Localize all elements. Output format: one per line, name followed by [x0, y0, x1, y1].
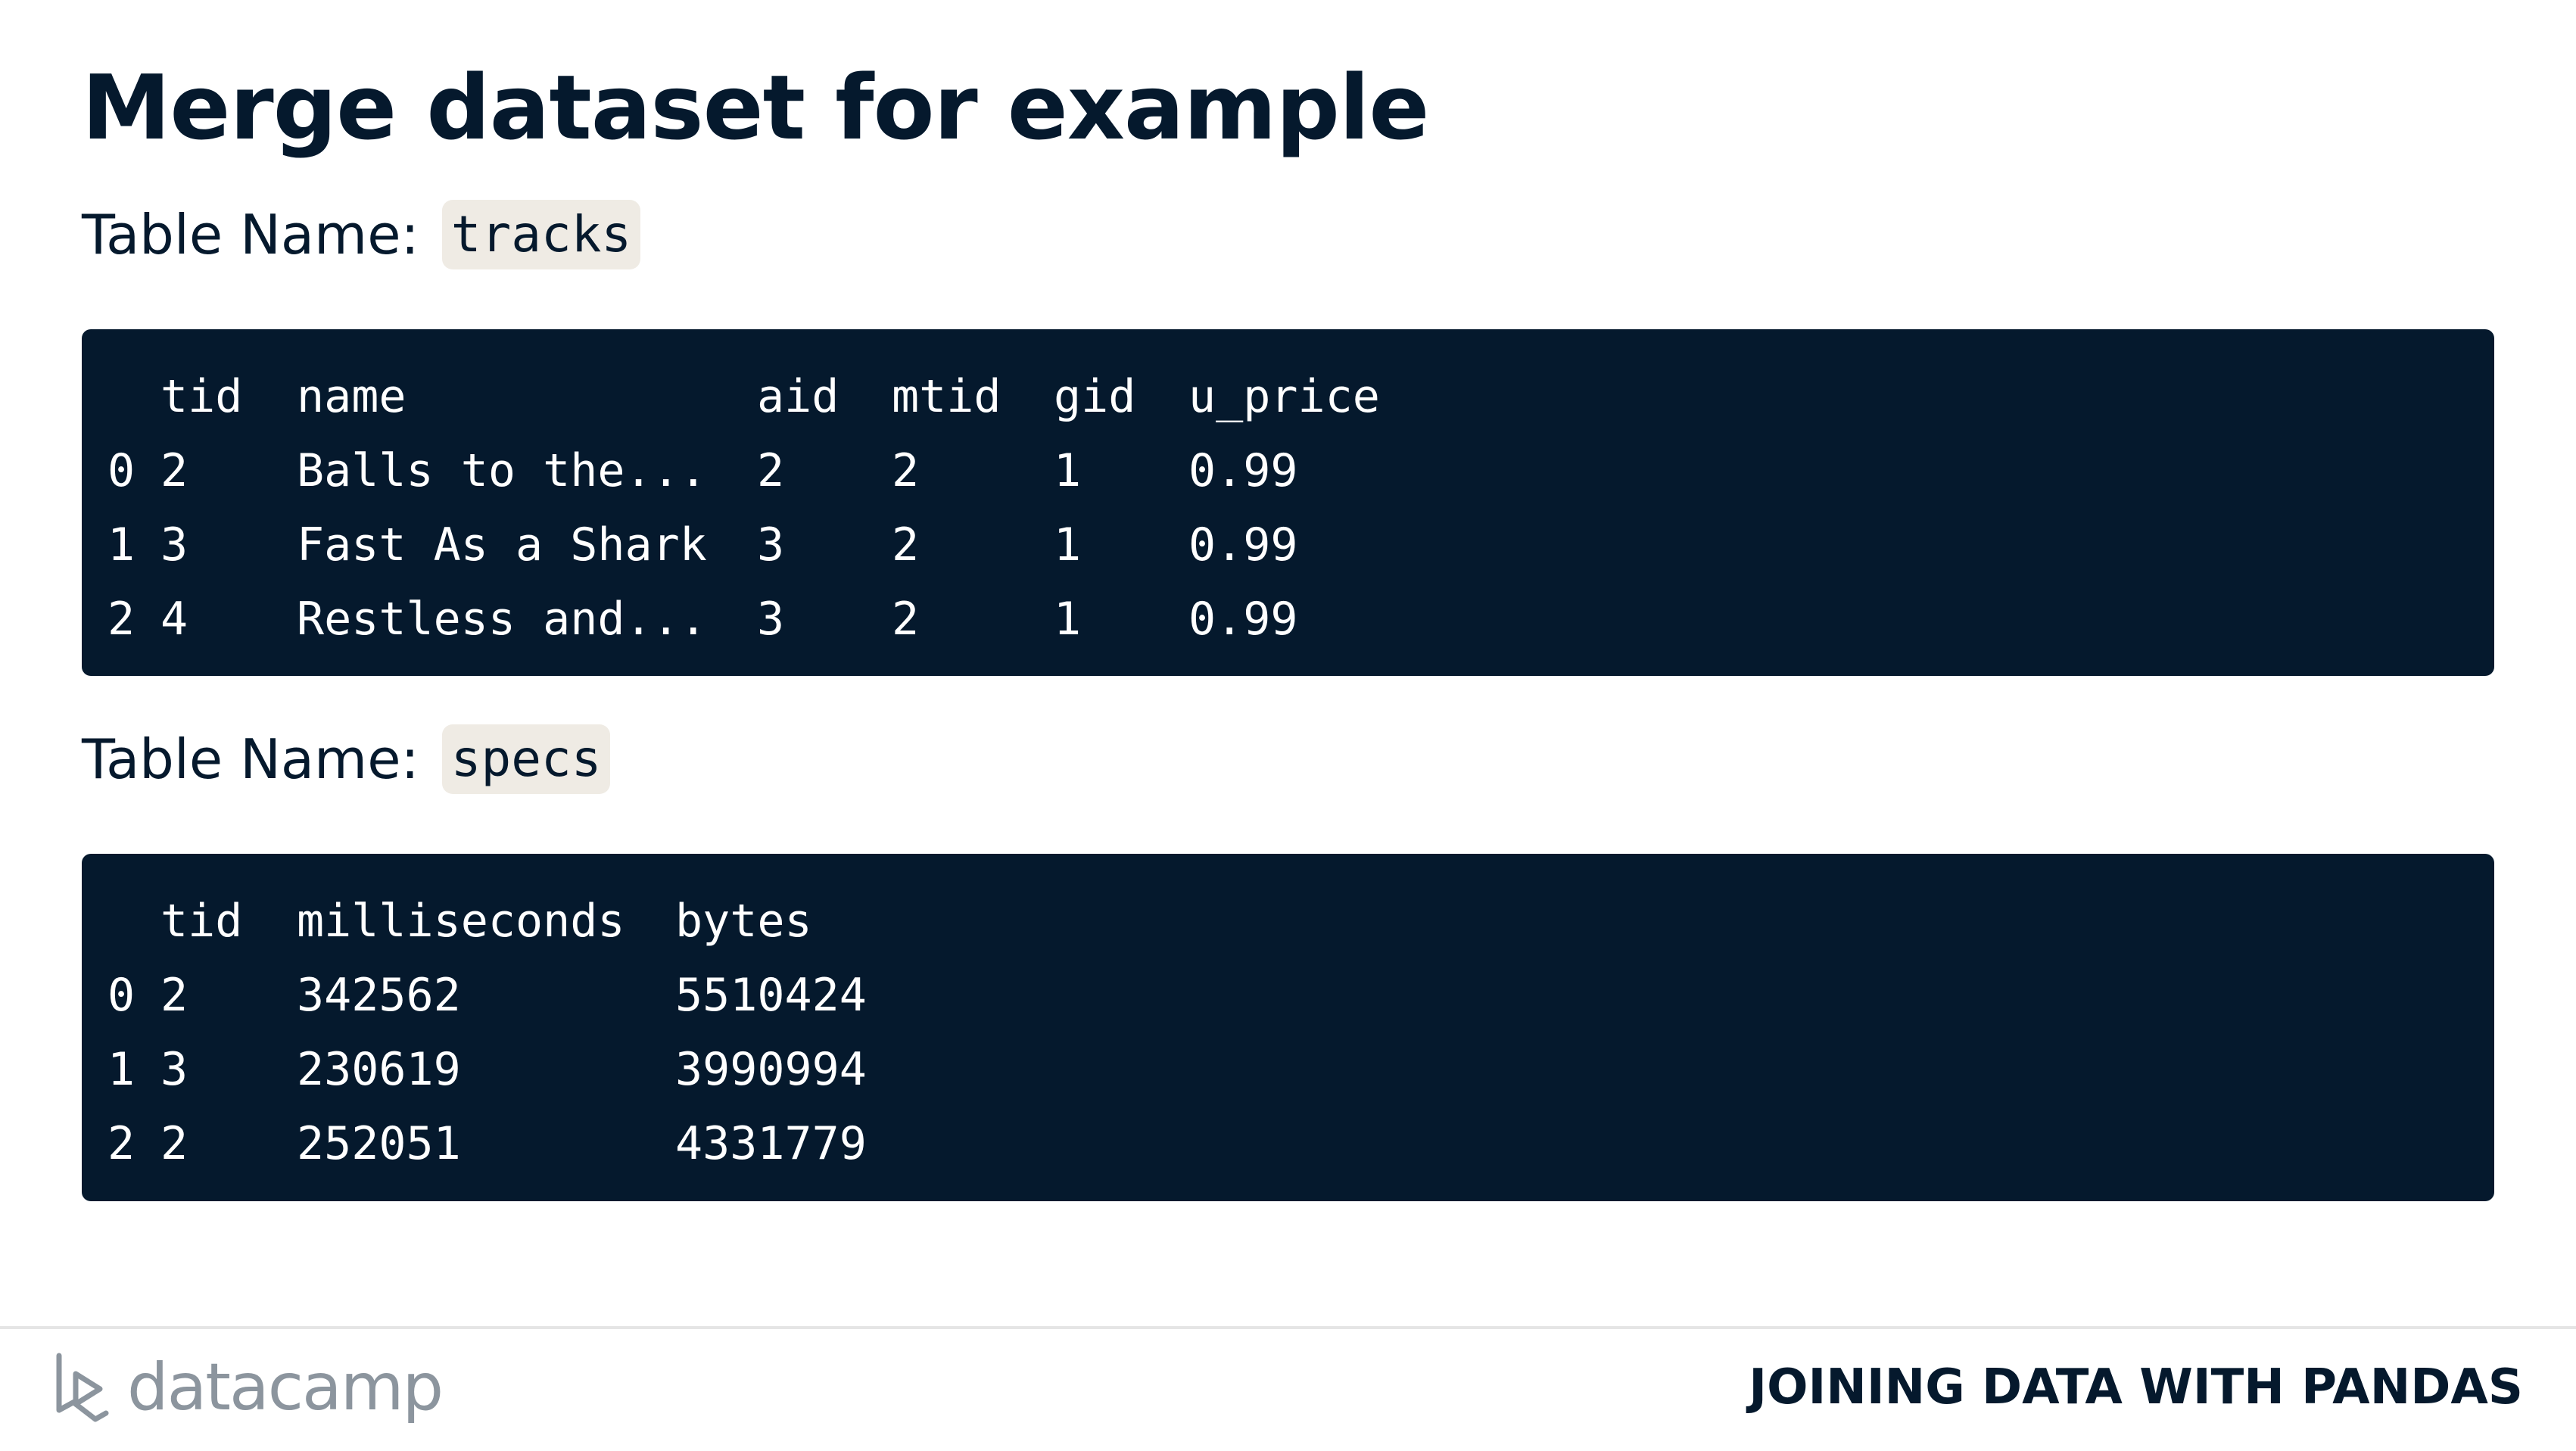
cell-u-price: 0.99 — [1188, 444, 1298, 497]
cell-aid: 2 — [757, 444, 785, 497]
row-index: 2 — [107, 593, 135, 646]
column-header-gid: gid — [1054, 370, 1136, 423]
cell-mtid: 2 — [892, 444, 920, 497]
cell-u-price: 0.99 — [1188, 518, 1298, 571]
row-index: 0 — [107, 969, 135, 1022]
table-row: 1 3 230619 3990994 — [82, 1032, 2494, 1107]
tracks-dataframe-output: tid name aid mtid gid u_price 0 2 Balls … — [82, 329, 2494, 676]
cell-aid: 3 — [757, 593, 785, 646]
cell-mtid: 2 — [892, 518, 920, 571]
column-header-tid: tid — [160, 370, 243, 423]
table-name-label: Table Name: — [82, 727, 419, 791]
table-row: 0 2 342562 5510424 — [82, 958, 2494, 1032]
table-row: 0 2 Balls to the... 2 2 1 0.99 — [82, 434, 2494, 508]
column-header-bytes: bytes — [675, 895, 812, 948]
row-index: 1 — [107, 1043, 135, 1096]
specs-dataframe-output: tid milliseconds bytes 0 2 342562 551042… — [82, 854, 2494, 1201]
cell-gid: 1 — [1054, 593, 1082, 646]
tracks-table-label: Table Name: tracks — [82, 198, 641, 271]
cell-tid: 2 — [160, 444, 188, 497]
slide-title: Merge dataset for example — [82, 55, 1429, 160]
column-header-name: name — [297, 370, 406, 423]
cell-milliseconds: 230619 — [297, 1043, 461, 1096]
column-header-milliseconds: milliseconds — [297, 895, 625, 948]
table-header-row: tid name aid mtid gid u_price — [82, 360, 2494, 434]
column-header-tid: tid — [160, 895, 243, 948]
table-header-row: tid milliseconds bytes — [82, 884, 2494, 958]
table-row: 1 3 Fast As a Shark 3 2 1 0.99 — [82, 508, 2494, 582]
cell-gid: 1 — [1054, 518, 1082, 571]
course-title: JOINING DATA WITH PANDAS — [1749, 1359, 2523, 1415]
table-name-label: Table Name: — [82, 203, 419, 266]
cell-bytes: 4331779 — [675, 1117, 867, 1170]
datacamp-wordmark: datacamp — [127, 1350, 444, 1425]
row-index: 0 — [107, 444, 135, 497]
specs-table-name: specs — [441, 724, 611, 794]
cell-tid: 4 — [160, 593, 188, 646]
cell-bytes: 3990994 — [675, 1043, 867, 1096]
datacamp-logo-icon — [56, 1353, 109, 1422]
cell-tid: 3 — [160, 518, 188, 571]
cell-gid: 1 — [1054, 444, 1082, 497]
cell-milliseconds: 252051 — [297, 1117, 461, 1170]
cell-tid: 2 — [160, 1117, 188, 1170]
cell-name: Restless and... — [297, 593, 707, 646]
tracks-table-name: tracks — [441, 200, 641, 269]
cell-name: Balls to the... — [297, 444, 707, 497]
cell-aid: 3 — [757, 518, 785, 571]
cell-milliseconds: 342562 — [297, 969, 461, 1022]
row-index: 1 — [107, 518, 135, 571]
row-index: 2 — [107, 1117, 135, 1170]
cell-mtid: 2 — [892, 593, 920, 646]
datacamp-logo: datacamp — [53, 1346, 444, 1429]
footer-divider — [0, 1326, 2576, 1329]
table-row: 2 4 Restless and... 3 2 1 0.99 — [82, 582, 2494, 656]
cell-u-price: 0.99 — [1188, 593, 1298, 646]
specs-table-label: Table Name: specs — [82, 723, 611, 796]
cell-tid: 2 — [160, 969, 188, 1022]
cell-bytes: 5510424 — [675, 969, 867, 1022]
column-header-mtid: mtid — [892, 370, 1001, 423]
cell-tid: 3 — [160, 1043, 188, 1096]
table-row: 2 2 252051 4331779 — [82, 1107, 2494, 1181]
column-header-u-price: u_price — [1188, 370, 1380, 423]
column-header-aid: aid — [757, 370, 839, 423]
cell-name: Fast As a Shark — [297, 518, 707, 571]
